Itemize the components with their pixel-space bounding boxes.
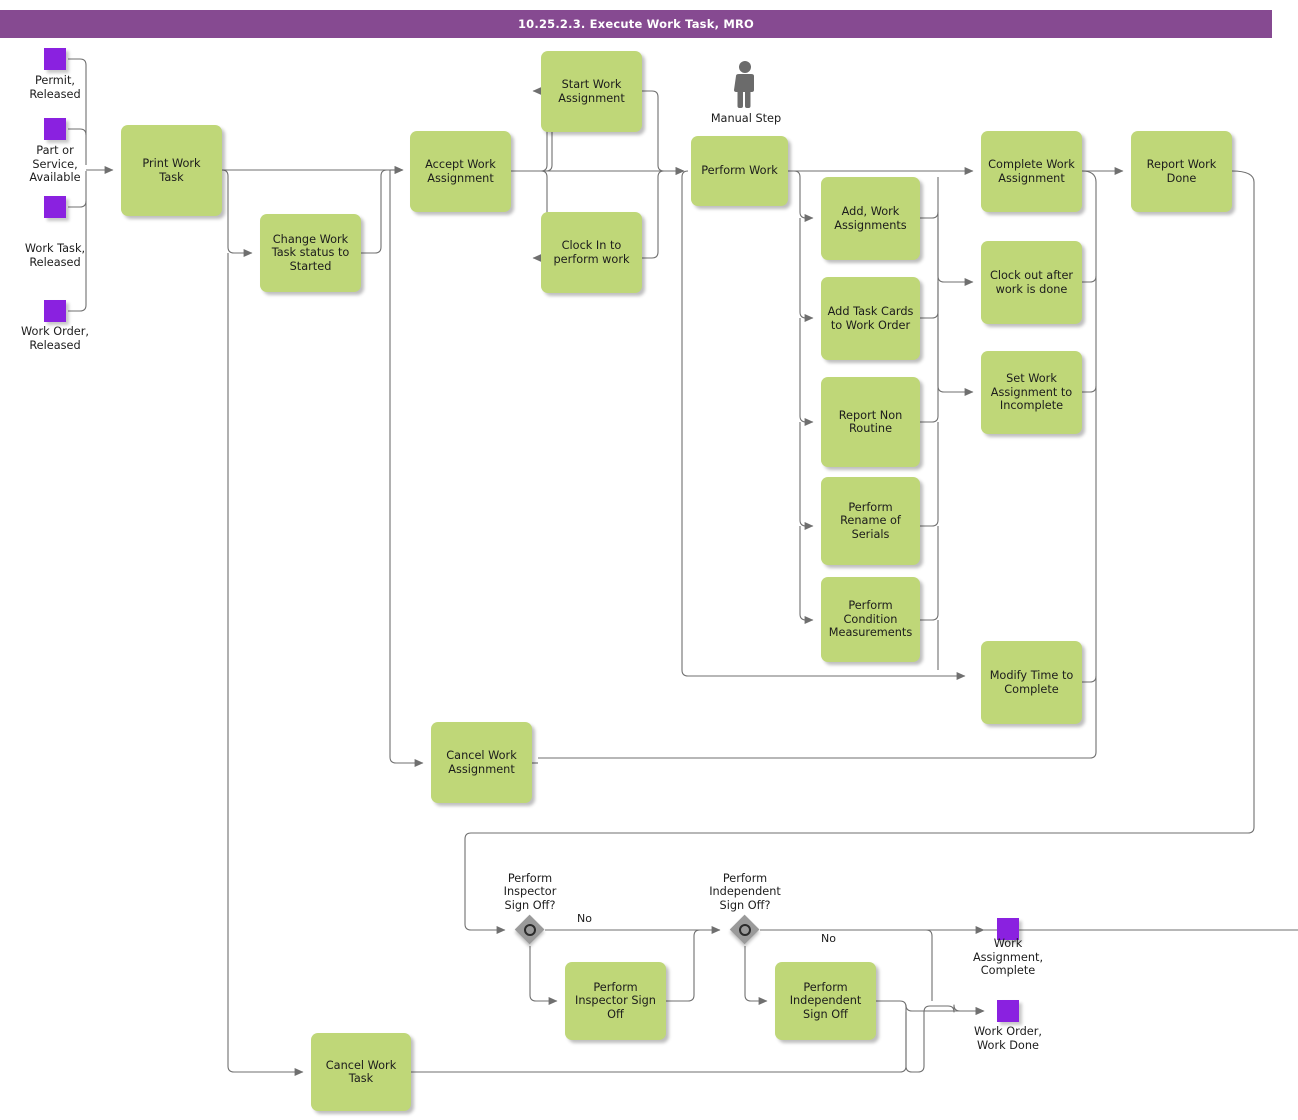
task-print-work-task[interactable]: Print Work Task [121, 125, 222, 216]
task-label: Start Work Assignment [558, 78, 625, 105]
task-cancel-work-task[interactable]: Cancel Work Task [311, 1033, 411, 1111]
task-add-task-cards-to-work-order[interactable]: Add Task Cards to Work Order [821, 277, 920, 360]
manual-step-label: Manual Step [710, 112, 782, 125]
flow-label-inspector-no: No [577, 912, 592, 925]
task-label: Perform Rename of Serials [840, 500, 901, 541]
gateway-circle-marker [524, 924, 536, 936]
start-event-permit-released[interactable] [44, 48, 66, 70]
task-label: Clock In to perform work [553, 239, 630, 266]
start-event-part-or-service-available-label: Part or Service, Available [29, 144, 81, 184]
task-label: Change Work Task status to Started [271, 232, 350, 273]
task-label: Perform Work [701, 164, 778, 178]
task-start-work-assignment[interactable]: Start Work Assignment [541, 51, 642, 132]
task-set-work-assignment-to-incomplete[interactable]: Set Work Assignment to Incomplete [981, 351, 1082, 434]
task-label: Report Non Routine [838, 408, 903, 436]
start-event-work-order-released[interactable] [44, 300, 66, 322]
task-perform-work[interactable]: Perform Work [691, 136, 788, 206]
task-modify-time-to-complete[interactable]: Modify Time to Complete [981, 641, 1082, 724]
start-event-work-task-released-label: Work Task, Released [24, 242, 86, 269]
task-label: Cancel Work Assignment [446, 749, 517, 776]
start-event-work-task-released[interactable] [44, 196, 66, 218]
task-label: Accept Work Assignment [425, 158, 496, 185]
end-event-work-assignment-complete-label: Work Assignment, Complete [972, 937, 1044, 977]
diagram-canvas: 10.25.2.3. Execute Work Task, MRO Manual… [0, 0, 1298, 1120]
task-accept-work-assignment[interactable]: Accept Work Assignment [410, 131, 511, 212]
gateway-perform-inspector-sign-off[interactable] [515, 915, 545, 945]
task-cancel-work-assignment[interactable]: Cancel Work Assignment [431, 722, 532, 803]
start-event-part-or-service-available[interactable] [44, 118, 66, 140]
task-label: Clock out after work is done [989, 269, 1074, 296]
task-perform-rename-of-serials[interactable]: Perform Rename of Serials [821, 477, 920, 565]
person-icon [734, 61, 754, 108]
end-event-work-order-work-done[interactable] [997, 1000, 1019, 1022]
task-report-work-done[interactable]: Report Work Done [1131, 131, 1232, 212]
task-label: Report Work Done [1146, 158, 1217, 185]
task-add-work-assignments[interactable]: Add, Work Assignments [821, 177, 920, 260]
task-change-work-task-status[interactable]: Change Work Task status to Started [260, 214, 361, 292]
end-event-work-order-work-done-label: Work Order, Work Done [974, 1025, 1042, 1052]
gateway-perform-independent-sign-off[interactable] [730, 915, 760, 945]
start-event-work-order-released-label: Work Order, Released [21, 325, 89, 352]
task-label: Add Task Cards to Work Order [827, 305, 914, 332]
task-label: Perform Independent Sign Off [789, 980, 862, 1021]
manual-step-marker: Manual Step [711, 60, 781, 125]
task-label: Modify Time to Complete [989, 669, 1074, 696]
task-label: Print Work Task [142, 157, 201, 184]
task-label: Perform Condition Measurements [828, 599, 913, 640]
task-perform-independent-sign-off[interactable]: Perform Independent Sign Off [775, 962, 876, 1040]
start-event-permit-released-label: Permit, Released [29, 74, 81, 101]
task-perform-condition-measurements[interactable]: Perform Condition Measurements [821, 577, 920, 662]
gateway-circle-marker [739, 924, 751, 936]
task-label: Complete Work Assignment [988, 158, 1075, 185]
task-complete-work-assignment[interactable]: Complete Work Assignment [981, 131, 1082, 212]
task-perform-inspector-sign-off[interactable]: Perform Inspector Sign Off [565, 962, 666, 1040]
task-label: Perform Inspector Sign Off [575, 980, 656, 1021]
task-clock-out-after-work-is-done[interactable]: Clock out after work is done [981, 241, 1082, 324]
flow-label-independent-no: No [821, 932, 836, 945]
gateway-perform-independent-sign-off-label: Perform Independent Sign Off? [709, 872, 781, 912]
task-clock-in-to-perform-work[interactable]: Clock In to perform work [541, 212, 642, 293]
task-label: Set Work Assignment to Incomplete [990, 372, 1073, 413]
task-label: Cancel Work Task [325, 1058, 397, 1086]
gateway-perform-inspector-sign-off-label: Perform Inspector Sign Off? [503, 872, 557, 912]
task-label: Add, Work Assignments [834, 205, 907, 232]
task-report-non-routine[interactable]: Report Non Routine [821, 377, 920, 467]
